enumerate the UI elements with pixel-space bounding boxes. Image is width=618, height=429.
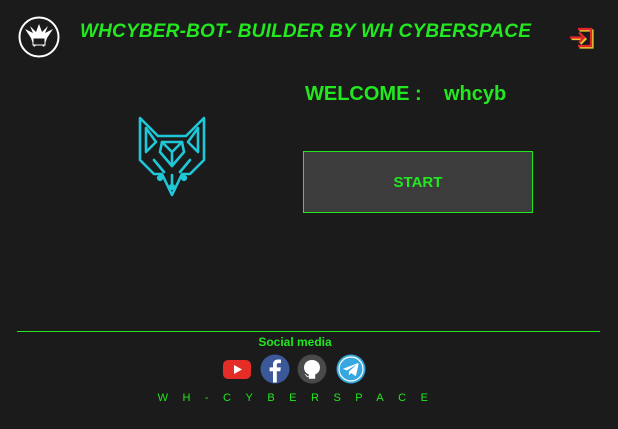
telegram-icon[interactable] [336,354,366,384]
github-icon[interactable] [297,354,327,384]
start-button[interactable]: START [303,151,533,213]
divider [17,331,600,332]
welcome-label: WELCOME : [305,83,422,105]
username-value: whcyb [444,83,507,105]
app-title: WHCYBER-BOT- BUILDER BY WH CYBERSPACE [80,21,532,42]
social-media-label: Social media [258,335,332,349]
logout-icon[interactable] [567,23,597,51]
shield-eagle-icon [18,16,60,58]
youtube-icon[interactable] [222,354,252,384]
wolf-head-icon [134,112,210,200]
footer-text: WH-CYBERSPACE [157,392,443,404]
facebook-icon[interactable] [260,354,290,384]
